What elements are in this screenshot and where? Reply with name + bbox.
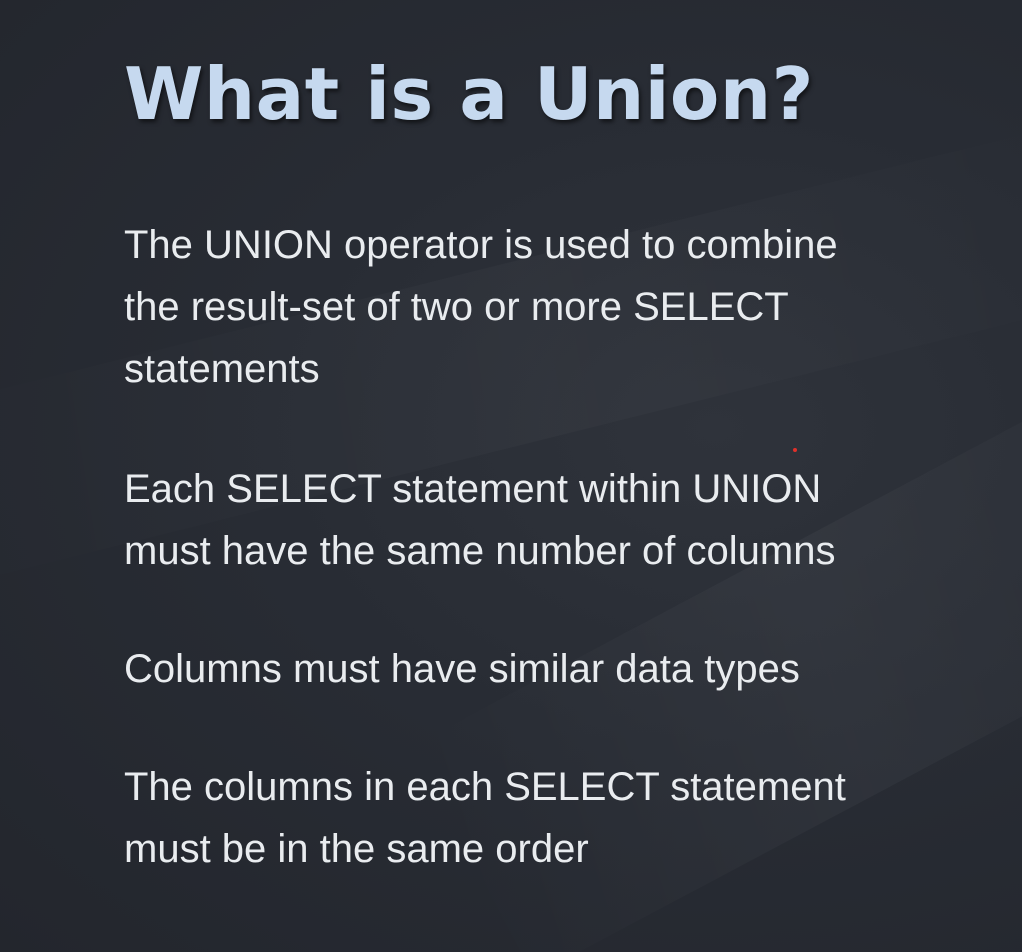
bullet-list: The UNION operator is used to combine th… [124, 214, 984, 880]
bullet-same-order: The columns in each SELECT statement mus… [124, 756, 984, 880]
bullet-line: The columns in each SELECT statement [124, 765, 846, 809]
bullet-union-operator: The UNION operator is used to combine th… [124, 214, 984, 400]
bullet-line: The UNION operator is used to combine [124, 223, 838, 267]
bullet-line: Columns must have similar data types [124, 647, 800, 691]
bullet-line: Each SELECT statement within UNION [124, 467, 822, 511]
bullet-line: statements [124, 347, 320, 391]
bullet-line: the result-set of two or more SELECT [124, 285, 789, 329]
slide-title: What is a Union? [124, 52, 814, 136]
bullet-line: must be in the same order [124, 827, 589, 871]
laser-pointer-dot [793, 448, 797, 452]
bullet-line: must have the same number of columns [124, 529, 836, 573]
bullet-similar-data-types: Columns must have similar data types [124, 638, 984, 700]
presentation-slide: What is a Union? The UNION operator is u… [0, 0, 1022, 952]
bullet-same-number-of-columns: Each SELECT statement within UNION must … [124, 458, 984, 582]
